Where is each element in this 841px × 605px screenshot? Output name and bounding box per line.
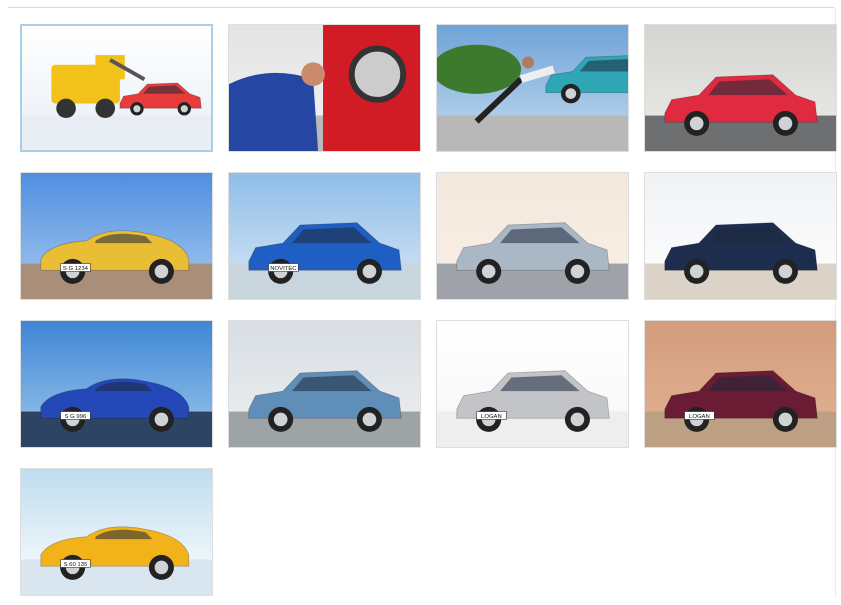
license-plate-text: S G 996 <box>65 414 87 420</box>
blue-sedan-icon: NOVITEC <box>229 173 420 299</box>
yellow-convertible-icon: S 60 135 <box>21 469 212 595</box>
gallery-thumbnail-red-logan[interactable]: LOGAN <box>644 320 837 448</box>
license-plate-text: S G 1234 <box>63 266 89 272</box>
blue-retro-wagon-icon <box>229 321 420 447</box>
maroon-sedan-icon: LOGAN <box>645 321 836 447</box>
license-plate-text: LOGAN <box>689 414 710 420</box>
tow-truck-icon <box>22 26 211 150</box>
yellow-sports-car-icon: S G 1234 <box>21 173 212 299</box>
silver-hybrid-car-icon <box>437 173 628 299</box>
gallery-thumbnail-silver-logan[interactable]: LOGAN <box>436 320 629 448</box>
person-pushing-car-icon <box>437 25 628 151</box>
gallery-thumbnail-blue-pt[interactable] <box>228 320 421 448</box>
license-plate-text: LOGAN <box>481 414 502 420</box>
gallery-thumbnail-tow-truck[interactable] <box>20 24 213 152</box>
dark-blue-crossover-icon <box>645 173 836 299</box>
license-plate-text: S 60 135 <box>64 562 88 568</box>
top-divider <box>8 7 834 8</box>
mechanic-icon <box>229 25 420 151</box>
gallery-thumbnail-dark-suv[interactable] <box>644 172 837 300</box>
gallery-thumbnail-red-hatchback[interactable] <box>644 24 837 152</box>
license-plate-text: NOVITEC <box>270 266 297 272</box>
gallery-thumbnail-mechanic[interactable] <box>228 24 421 152</box>
gallery-thumbnail-silver-prius[interactable] <box>436 172 629 300</box>
image-gallery: S G 1234 NOVITEC S G 996 LOGAN LOGAN S 60 135 <box>20 24 837 596</box>
gallery-thumbnail-yellow-997[interactable]: S 60 135 <box>20 468 213 596</box>
blue-sports-car-icon: S G 996 <box>21 321 212 447</box>
gallery-thumbnail-push-car[interactable] <box>436 24 629 152</box>
gallery-thumbnail-blue-sedan[interactable]: NOVITEC <box>228 172 421 300</box>
silver-sedan-icon: LOGAN <box>437 321 628 447</box>
red-hatchback-icon <box>645 25 836 151</box>
gallery-thumbnail-blue-911[interactable]: S G 996 <box>20 320 213 448</box>
gallery-thumbnail-yellow-911[interactable]: S G 1234 <box>20 172 213 300</box>
